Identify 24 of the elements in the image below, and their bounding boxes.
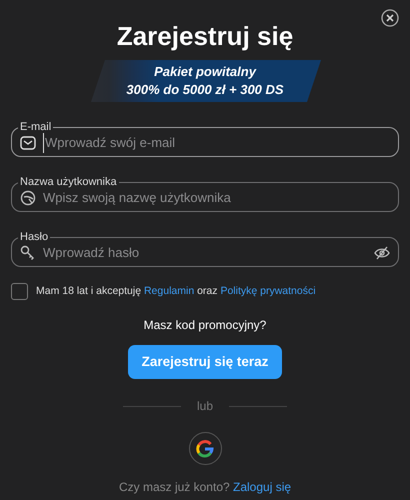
text-input[interactable]: Wprowadź swój e-mail xyxy=(43,133,390,152)
google-button[interactable] xyxy=(188,432,222,465)
login-question: Czy masz już konto? xyxy=(118,480,231,494)
dialog-title: Zarejestruj się xyxy=(116,20,294,52)
privacy-link[interactable]: Politykę prywatności xyxy=(220,284,316,297)
text-input[interactable]: Wpisz swoją nazwę użytkownika xyxy=(43,188,390,208)
banner-text: Pakiet powitalny 300% do 5000 zł + 300 DS xyxy=(126,63,284,99)
text-input[interactable]: Wprowadź hasło xyxy=(43,243,367,262)
promo-code-link[interactable]: Masz kod promocyjny? xyxy=(144,318,266,332)
field-label: Hasło xyxy=(19,232,50,243)
input-field[interactable]: E-mail Wprowadź swój e-mail xyxy=(11,122,399,157)
field-label: E-mail xyxy=(19,122,52,133)
checkbox[interactable] xyxy=(11,283,28,300)
consent-text: Mam 18 lat i akceptuję Regulamin oraz Politykę prywatności xyxy=(36,284,316,299)
envelope-icon xyxy=(20,136,36,150)
terms-link[interactable]: Regulamin xyxy=(144,284,194,297)
eye-slash-icon[interactable] xyxy=(374,246,390,260)
input-field[interactable]: Hasło Wprowadź hasło xyxy=(11,232,399,267)
key-icon xyxy=(20,244,36,261)
login-link[interactable]: Zaloguj się xyxy=(233,480,292,494)
g-logo-icon xyxy=(196,440,214,458)
divider-text: lub xyxy=(196,398,213,415)
field-label: Nazwa użytkownika xyxy=(19,177,118,188)
input-field[interactable]: Nazwa użytkownika Wpisz swoją nazwę użytkownika xyxy=(11,177,399,212)
